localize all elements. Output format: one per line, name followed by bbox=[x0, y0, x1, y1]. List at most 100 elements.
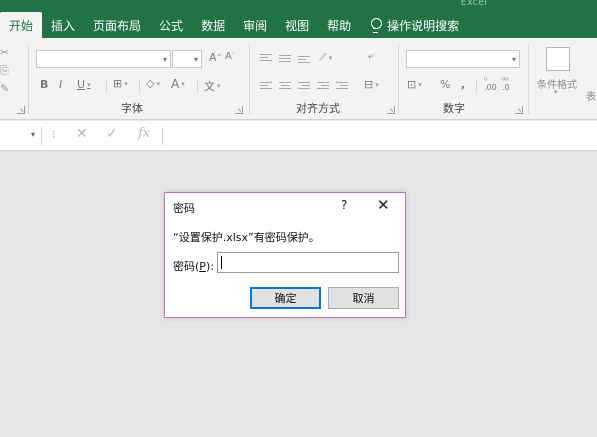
tab-data[interactable]: 数据 bbox=[192, 12, 234, 38]
chevron-down-icon: ▾ bbox=[162, 55, 167, 64]
text-caret bbox=[221, 256, 222, 269]
password-label-text: 密码( bbox=[173, 260, 200, 273]
cut-icon[interactable]: ✂ bbox=[0, 46, 9, 59]
percent-button[interactable]: % bbox=[440, 78, 450, 91]
decrease-decimal-icon[interactable]: ⁰⁰ .0 bbox=[502, 77, 510, 92]
percent-label: % bbox=[440, 78, 451, 91]
toolbar-divider bbox=[139, 79, 140, 93]
format-as-table-button[interactable]: 表 bbox=[586, 88, 596, 103]
accounting-format-button[interactable]: ⊡ ▾ bbox=[407, 78, 422, 91]
number-format-combo[interactable]: ▾ bbox=[406, 50, 520, 68]
underline-label: U bbox=[77, 78, 86, 91]
align-top-icon[interactable] bbox=[260, 54, 272, 64]
italic-label: I bbox=[59, 78, 63, 91]
align-left-icon[interactable] bbox=[260, 82, 272, 92]
tab-view[interactable]: 视图 bbox=[276, 12, 318, 38]
cancel-button[interactable]: 取消 bbox=[328, 287, 399, 309]
insert-function-icon[interactable]: fx bbox=[138, 126, 150, 141]
tab-page-layout[interactable]: 页面布局 bbox=[84, 12, 150, 38]
dialog-title: 密码 bbox=[173, 202, 195, 215]
grow-font-button[interactable]: A ^ bbox=[209, 51, 222, 64]
wrap-text-button[interactable]: ⤶ bbox=[368, 51, 374, 62]
decrease-indent-icon[interactable] bbox=[317, 82, 329, 92]
number-launcher-icon[interactable] bbox=[515, 106, 523, 114]
formula-bar-grip-icon[interactable]: ⁝ bbox=[52, 128, 56, 141]
help-button[interactable]: ? bbox=[341, 198, 347, 212]
close-icon[interactable]: ✕ bbox=[377, 196, 390, 214]
fill-color-button[interactable]: ◇ ▾ bbox=[146, 77, 160, 90]
comma-button[interactable]: , bbox=[461, 78, 465, 91]
toolbar-divider bbox=[197, 79, 198, 93]
ok-button[interactable]: 确定 bbox=[250, 287, 321, 309]
enter-entry-icon[interactable]: ✓ bbox=[106, 126, 118, 142]
align-bottom-icon[interactable] bbox=[298, 56, 310, 66]
font-size-combo[interactable]: ▾ bbox=[172, 50, 202, 68]
tell-me-label: 操作说明搜索 bbox=[387, 18, 460, 33]
font-name-combo[interactable]: ▾ bbox=[36, 50, 171, 68]
formula-bar: ▾ ⁝ ✕ ✓ fx bbox=[0, 121, 597, 151]
lightbulb-icon bbox=[370, 18, 383, 33]
grow-font-label: A bbox=[209, 51, 217, 64]
alignment-launcher-icon[interactable] bbox=[387, 106, 395, 114]
comma-label: , bbox=[461, 78, 466, 91]
tab-insert[interactable]: 插入 bbox=[42, 12, 84, 38]
alignment-group-label: 对齐方式 bbox=[296, 102, 340, 115]
protection-message: “设置保护.xlsx”有密码保护。 bbox=[173, 231, 320, 244]
increase-decimal-icon[interactable]: ⁰ .00 bbox=[484, 77, 497, 92]
password-label-end: ): bbox=[205, 260, 214, 273]
underline-button[interactable]: U ▾ bbox=[77, 78, 91, 91]
orientation-button[interactable]: ⟋ ▾ bbox=[319, 51, 332, 65]
shrink-font-label: A bbox=[225, 51, 232, 62]
currency-icon: ⊡ bbox=[407, 78, 417, 91]
font-color-label: A bbox=[171, 77, 180, 91]
group-divider bbox=[398, 44, 399, 114]
toolbar-divider bbox=[106, 79, 107, 93]
bold-button[interactable]: B bbox=[40, 78, 48, 91]
tell-me-search[interactable]: 操作说明搜索 bbox=[360, 12, 459, 38]
font-color-button[interactable]: A ▾ bbox=[171, 77, 185, 91]
tab-help[interactable]: 帮助 bbox=[318, 12, 360, 38]
copy-icon[interactable]: ⎘ bbox=[0, 64, 9, 78]
italic-button[interactable]: I bbox=[59, 78, 62, 91]
password-label: 密码(P): bbox=[173, 258, 214, 274]
font-group-label: 字体 bbox=[121, 102, 143, 115]
phonetic-button[interactable]: 文 ▾ bbox=[204, 78, 221, 94]
paint-bucket-icon: ◇ bbox=[146, 77, 155, 90]
shrink-font-button[interactable]: Aˇ bbox=[225, 51, 235, 62]
chevron-down-icon: ▾ bbox=[554, 88, 558, 96]
chevron-down-icon: ▾ bbox=[511, 55, 516, 64]
ribbon-tabs: 开始 插入 页面布局 公式 数据 审阅 视图 帮助 操作说明搜索 bbox=[0, 12, 459, 38]
align-right-icon[interactable] bbox=[298, 82, 310, 92]
title-bar: Excel bbox=[0, 0, 597, 10]
group-divider bbox=[249, 44, 250, 114]
border-button[interactable]: ⊞ ▾ bbox=[113, 77, 128, 90]
toolbar-divider bbox=[476, 79, 477, 93]
password-accelerator: P bbox=[199, 260, 206, 273]
align-center-icon[interactable] bbox=[279, 82, 291, 92]
password-dialog: 密码 ? ✕ “设置保护.xlsx”有密码保护。 密码(P): 确定 取消 bbox=[164, 192, 406, 318]
number-group-label: 数字 bbox=[443, 102, 465, 115]
merge-center-button[interactable]: ⊟ ▾ bbox=[364, 78, 379, 91]
bold-label: B bbox=[40, 78, 49, 91]
border-icon: ⊞ bbox=[113, 77, 123, 90]
tab-home[interactable]: 开始 bbox=[0, 12, 43, 38]
cancel-entry-icon[interactable]: ✕ bbox=[76, 126, 88, 142]
app-title: Excel bbox=[460, 0, 488, 8]
chevron-down-icon: ▾ bbox=[30, 130, 35, 139]
ribbon-home: ✂ ⎘ ✎ ▾ ▾ A ^ Aˇ B I U ▾ ⊞ ▾ ◇ ▾ A ▾ 文 ▾ 字体 ⟋ ▾… bbox=[0, 38, 597, 120]
name-box[interactable]: ▾ bbox=[0, 127, 42, 145]
format-as-table-label: 表 bbox=[586, 92, 596, 103]
format-painter-icon[interactable]: ✎ bbox=[0, 82, 9, 95]
increase-indent-icon[interactable] bbox=[336, 82, 348, 92]
font-launcher-icon[interactable] bbox=[235, 106, 243, 114]
chevron-down-icon: ▾ bbox=[193, 55, 198, 64]
conditional-format-icon[interactable] bbox=[546, 47, 570, 71]
formula-input[interactable] bbox=[162, 127, 597, 145]
password-input[interactable] bbox=[217, 252, 399, 273]
tab-formulas[interactable]: 公式 bbox=[150, 12, 192, 38]
merge-cells-icon: ⊟ bbox=[364, 78, 374, 91]
tab-review[interactable]: 审阅 bbox=[234, 12, 276, 38]
align-middle-icon[interactable] bbox=[279, 55, 291, 65]
clipboard-launcher-icon[interactable] bbox=[17, 106, 25, 114]
group-divider bbox=[28, 44, 29, 114]
